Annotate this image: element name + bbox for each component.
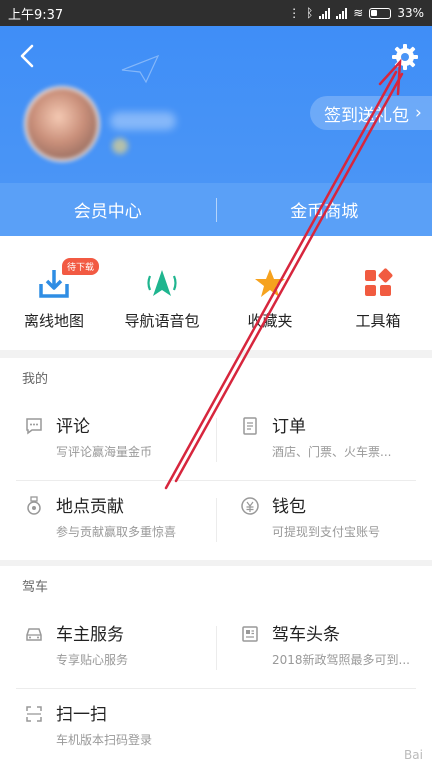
wallet-icon [241, 497, 259, 515]
chevron-right-icon: › [415, 103, 422, 123]
item-title: 地点贡献 [56, 497, 124, 517]
username-blurred[interactable] [110, 112, 176, 130]
signal-icon [319, 7, 331, 19]
order-entry[interactable]: 订单酒店、门票、火车票... [216, 402, 432, 482]
item-subtitle: 专享贴心服务 [56, 653, 129, 667]
car-owner-service-entry[interactable]: 车主服务专享贴心服务 [0, 610, 216, 690]
comment-entry[interactable]: 评论写评论赢海量金币 [0, 402, 216, 482]
comment-icon [26, 418, 42, 435]
battery-icon [369, 7, 392, 19]
alarm-icon: ⋮ [288, 6, 301, 20]
news-icon [242, 626, 258, 642]
level-badge-blurred [112, 138, 128, 154]
row-divider [16, 480, 416, 481]
quick-label: 收藏夹 [247, 312, 293, 330]
quick-entries: 待下载 离线地图 导航语音包 收藏夹 工具箱 [0, 236, 432, 350]
wifi-icon: ≋ [353, 6, 364, 20]
checkin-label: 签到送礼包 [324, 105, 409, 126]
coin-mall-button[interactable]: 金币商城 [217, 197, 432, 222]
pending-download-badge: 待下载 [62, 258, 100, 275]
settings-gear-icon[interactable] [390, 42, 420, 72]
item-title: 评论 [56, 417, 90, 437]
quick-label: 导航语音包 [124, 312, 200, 330]
scan-entry[interactable]: 扫一扫车机版本扫码登录 [0, 690, 216, 769]
item-subtitle: 参与贡献赢取多重惊喜 [56, 525, 177, 539]
item-subtitle: 车机版本扫码登录 [56, 733, 153, 747]
toolbox-entry[interactable]: 工具箱 [324, 236, 432, 350]
status-icons: ⋮ ᛒ ≋ 33% [288, 6, 424, 20]
section-title: 驾车 [22, 580, 49, 595]
checkin-gift-button[interactable]: 签到送礼包 › [310, 96, 432, 130]
paper-plane-decoration-icon [121, 54, 160, 84]
item-subtitle: 写评论赢海量金币 [56, 445, 153, 459]
item-title: 扫一扫 [56, 705, 107, 725]
item-title: 钱包 [272, 497, 306, 517]
watermark: Bai [404, 748, 423, 762]
member-center-button[interactable]: 会员中心 [0, 197, 216, 222]
scan-icon [26, 706, 42, 722]
place-contribution-entry[interactable]: 地点贡献参与贡献赢取多重惊喜 [0, 482, 216, 562]
quick-label: 离线地图 [23, 312, 84, 330]
row-divider [16, 688, 416, 689]
offline-map-entry[interactable]: 待下载 离线地图 [0, 236, 108, 350]
order-icon [243, 417, 257, 435]
car-icon [26, 628, 42, 641]
item-title: 订单 [272, 417, 306, 437]
item-subtitle: 2018新政驾照最多可到... [272, 653, 410, 667]
item-subtitle: 可提现到支付宝账号 [272, 525, 381, 539]
back-arrow-icon[interactable] [14, 42, 42, 70]
toolbox-icon [365, 268, 393, 296]
nav-voice-icon [147, 270, 177, 296]
signal-2-icon [336, 7, 348, 19]
medal-icon [27, 496, 41, 515]
drive-section: 驾车 车主服务专享贴心服务 驾车头条 2018新政驾照最多可到... 扫一扫车机版… [0, 566, 432, 769]
item-title: 车主服务 [56, 625, 124, 645]
nav-voice-entry[interactable]: 导航语音包 [108, 236, 216, 350]
item-subtitle: 酒店、门票、火车票... [272, 445, 392, 459]
section-title: 我的 [22, 372, 49, 387]
bluetooth-icon: ᛒ [306, 6, 314, 20]
star-icon [255, 269, 285, 297]
item-title: 驾车头条 [272, 625, 340, 645]
profile-header: 签到送礼包 › [0, 26, 432, 183]
wallet-entry[interactable]: 钱包可提现到支付宝账号 [216, 482, 432, 562]
favorites-entry[interactable]: 收藏夹 [216, 236, 324, 350]
battery-percent: 33% [397, 6, 424, 20]
my-section: 我的 评论写评论赢海量金币 订单酒店、门票、火车票... 地点贡献参与贡献赢取多… [0, 358, 432, 560]
driving-news-entry[interactable]: 驾车头条 2018新政驾照最多可到... [216, 610, 432, 690]
avatar[interactable] [24, 86, 100, 162]
member-bar: 会员中心 金币商城 [0, 183, 432, 236]
quick-label: 工具箱 [355, 312, 401, 330]
status-time: 上午9:37 [8, 7, 64, 23]
status-bar: 上午9:37 ⋮ ᛒ ≋ 33% [0, 0, 432, 26]
